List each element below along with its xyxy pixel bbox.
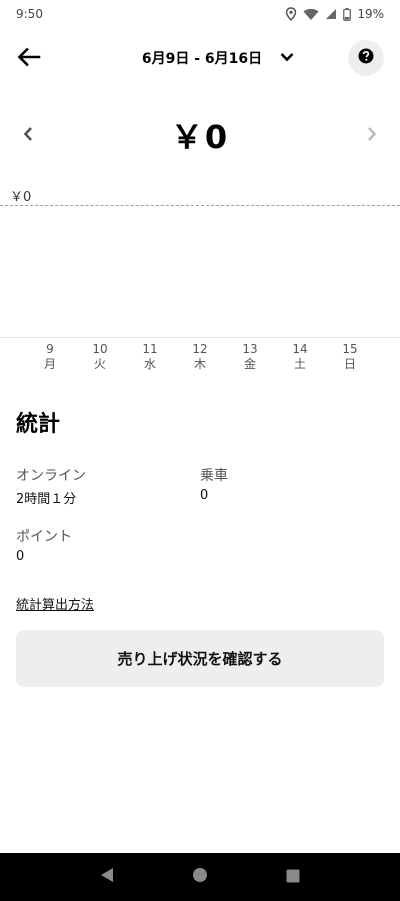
- arrow-left-icon: [17, 47, 41, 71]
- chart-day-axis: 9 月 10 火 11 水 12 木 13 金 14 土 15 日: [0, 342, 400, 378]
- chart-day[interactable]: 11 水: [130, 342, 170, 372]
- chart-y-label: ￥0: [10, 190, 32, 205]
- location-icon: [285, 7, 297, 21]
- battery-icon: [343, 7, 352, 21]
- nav-recents-button[interactable]: [273, 857, 313, 897]
- nav-recents-icon: [286, 868, 300, 887]
- day-number: 11: [142, 342, 158, 356]
- help-button[interactable]: [348, 40, 384, 76]
- status-icons: 19%: [285, 7, 384, 21]
- signal-icon: [325, 8, 337, 20]
- day-of-week: 木: [193, 357, 206, 371]
- day-number: 9: [46, 342, 54, 356]
- earnings-screen: 9:50 19% 6月9日 - 6月16日 ￥0 ￥0 9 月 10 火 11 …: [0, 0, 400, 901]
- system-nav-bar: [0, 853, 400, 901]
- wifi-icon: [303, 8, 319, 21]
- day-of-week: 火: [93, 357, 106, 371]
- nav-home-button[interactable]: [180, 857, 220, 897]
- battery-percent: 19%: [357, 7, 384, 21]
- day-of-week: 日: [343, 357, 356, 371]
- total-amount: ￥0: [170, 118, 230, 156]
- chart-day[interactable]: 15 日: [330, 342, 370, 372]
- chart-day[interactable]: 13 金: [230, 342, 270, 372]
- chart-day[interactable]: 9 月: [30, 342, 70, 372]
- day-of-week: 月: [43, 357, 56, 371]
- day-number: 15: [342, 342, 358, 356]
- day-of-week: 水: [143, 357, 156, 371]
- chevron-down-icon: [280, 50, 294, 66]
- chevron-right-icon: [367, 126, 377, 146]
- chart-baseline: [0, 337, 400, 338]
- points-value: 0: [16, 549, 25, 564]
- day-number: 13: [242, 342, 258, 356]
- nav-home-icon: [192, 867, 208, 887]
- earnings-chart: ￥0 9 月 10 火 11 水 12 木 13 金 14 土 15 日: [0, 180, 400, 380]
- rides-value: 0: [200, 488, 209, 503]
- day-number: 14: [292, 342, 308, 356]
- rides-label: 乗車: [200, 468, 228, 484]
- amount-row: ￥0: [0, 112, 400, 160]
- chart-dashed-gridline: [0, 205, 400, 206]
- chart-day[interactable]: 10 火: [80, 342, 120, 372]
- nav-back-icon: [100, 867, 114, 887]
- date-range-selector-wrap: 6月9日 - 6月16日: [0, 48, 400, 68]
- online-value: 2時間１分: [16, 492, 77, 507]
- date-range-label: 6月9日 - 6月16日: [141, 51, 263, 67]
- online-label: オンライン: [16, 468, 86, 484]
- header: 6月9日 - 6月16日: [0, 38, 400, 80]
- day-number: 12: [192, 342, 208, 356]
- day-of-week: 土: [293, 357, 306, 371]
- status-time: 9:50: [16, 7, 43, 21]
- day-number: 10: [92, 342, 108, 356]
- view-earnings-button[interactable]: 売り上げ状況を確認する: [16, 630, 384, 687]
- date-range-selector[interactable]: 6月9日 - 6月16日: [142, 48, 294, 68]
- nav-back-button[interactable]: [87, 857, 127, 897]
- back-button[interactable]: [10, 40, 48, 78]
- points-label: ポイント: [16, 529, 72, 545]
- status-bar: 9:50 19%: [0, 0, 400, 28]
- next-week-button[interactable]: [354, 118, 390, 154]
- chart-day[interactable]: 12 木: [180, 342, 220, 372]
- stats-title: 統計: [16, 412, 61, 437]
- stats-method-link[interactable]: 統計算出方法: [16, 594, 94, 613]
- question-circle-icon: [358, 48, 374, 68]
- day-of-week: 金: [243, 357, 256, 371]
- chart-day[interactable]: 14 土: [280, 342, 320, 372]
